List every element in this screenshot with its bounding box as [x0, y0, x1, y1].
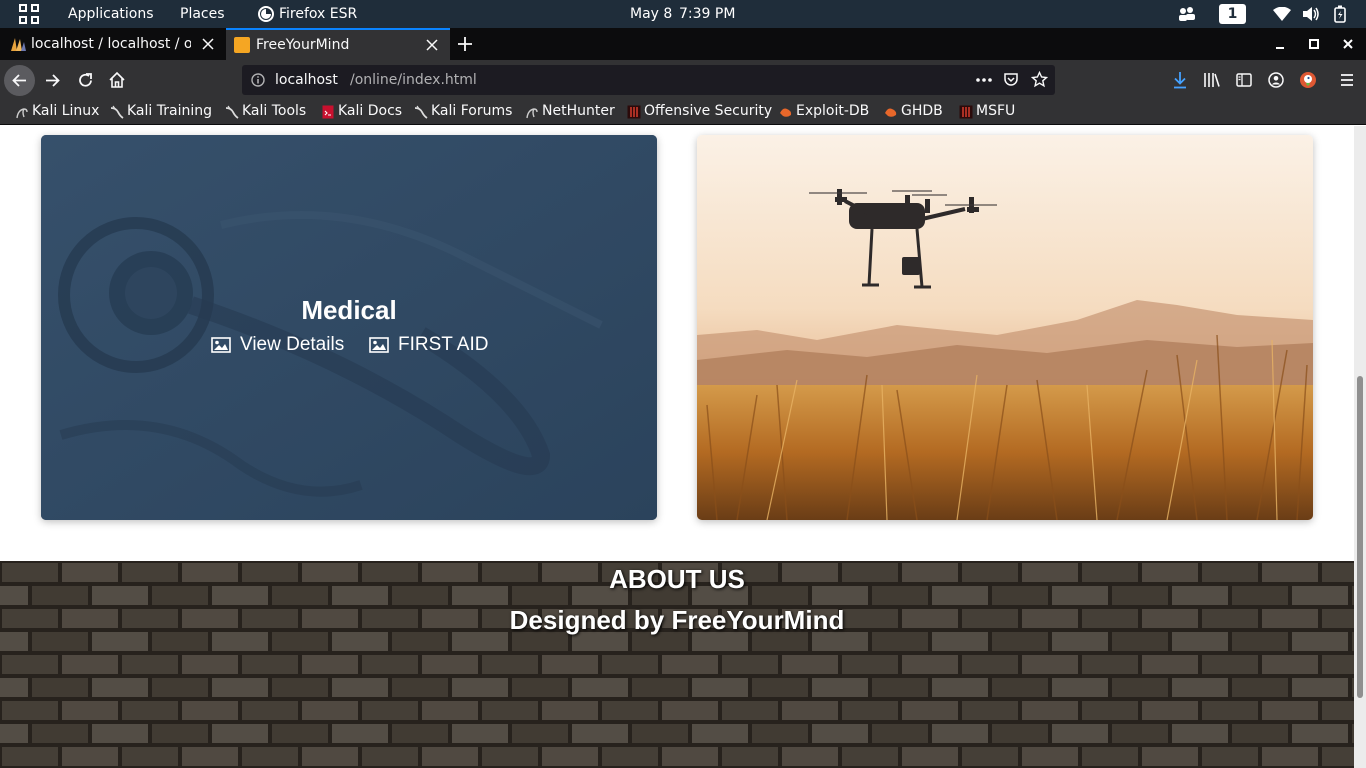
image-icon [369, 337, 389, 353]
nethunter-icon [526, 108, 538, 119]
docs-icon [322, 105, 334, 119]
kali-dragon-icon [16, 108, 28, 119]
medical-card[interactable]: Medical View Details FIRST AID [41, 135, 657, 520]
pocket-icon[interactable] [1003, 72, 1019, 88]
exploit-db-icon [780, 108, 792, 117]
tab-title: localhost / localhost / onli [31, 36, 191, 52]
bookmarks-toolbar: Kali Linux Kali Training Kali Tools Kali… [0, 100, 1366, 125]
reload-button[interactable] [77, 72, 94, 89]
forward-button[interactable] [44, 72, 61, 89]
top-panel: Applications Places Firefox ESR May 8 7:… [0, 0, 1366, 28]
info-icon[interactable] [251, 73, 265, 87]
hamburger-menu-icon[interactable] [1339, 72, 1355, 88]
vertical-scrollbar[interactable] [1354, 126, 1366, 768]
home-button[interactable] [108, 71, 126, 89]
grid-icon[interactable] [19, 4, 39, 24]
about-us-heading: ABOUT US [609, 564, 745, 594]
close-icon[interactable] [426, 39, 438, 51]
app-menu-firefox[interactable]: Firefox ESR [279, 0, 357, 28]
places-menu[interactable]: Places [180, 0, 225, 28]
volume-icon[interactable] [1302, 6, 1320, 22]
about-footer: ABOUT US Designed by FreeYourMind [0, 561, 1354, 768]
tab-freeyourmind[interactable]: FreeYourMind [226, 28, 450, 60]
tab-phpmyadmin[interactable]: localhost / localhost / onli [0, 28, 226, 60]
navigation-toolbar: localhost /online/index.html [0, 60, 1366, 100]
image-icon [211, 337, 231, 353]
library-icon[interactable] [1203, 72, 1221, 88]
page-content: Medical View Details FIRST AID ABOUT US … [0, 126, 1354, 768]
download-icon[interactable] [1172, 71, 1188, 89]
drone-field-image [697, 135, 1313, 520]
card-title: Medical [301, 295, 397, 325]
minimize-icon[interactable] [1274, 39, 1286, 51]
back-button[interactable] [4, 65, 35, 96]
sidebar-icon[interactable] [1236, 72, 1252, 88]
people-icon[interactable] [1178, 6, 1196, 22]
account-icon[interactable] [1268, 72, 1284, 88]
url-path: /online/index.html [350, 72, 477, 88]
bookmark-star-icon[interactable] [1031, 71, 1048, 88]
clock-date[interactable]: May 8 [630, 0, 672, 28]
battery-icon[interactable] [1334, 5, 1346, 23]
clock-time[interactable]: 7:39 PM [679, 0, 735, 28]
phpmyadmin-icon [9, 36, 27, 52]
firefox-icon [258, 6, 274, 22]
designed-by-text: Designed by FreeYourMind [509, 605, 845, 635]
url-bar[interactable]: localhost /online/index.html [242, 65, 1055, 95]
square-favicon-icon [234, 37, 250, 53]
offsec-icon [627, 105, 641, 119]
tab-title: FreeYourMind [256, 37, 350, 53]
kali-dragon-icon [414, 105, 428, 119]
page-actions-icon[interactable] [976, 78, 992, 82]
scrollbar-thumb[interactable] [1357, 376, 1363, 698]
maximize-icon[interactable] [1308, 38, 1320, 50]
exploit-db-icon [885, 108, 897, 117]
tab-strip: localhost / localhost / onli FreeYourMin… [0, 28, 1366, 60]
duckduckgo-extension-icon[interactable] [1299, 71, 1317, 89]
workspace-indicator[interactable]: 1 [1219, 4, 1246, 24]
kali-dragon-icon [110, 105, 124, 119]
wifi-icon[interactable] [1273, 7, 1291, 21]
close-icon[interactable] [202, 38, 214, 50]
kali-dragon-icon [225, 105, 239, 119]
stethoscope-background-image [41, 135, 657, 520]
new-tab-icon[interactable] [457, 36, 473, 52]
offsec-icon [959, 105, 973, 119]
drone-card[interactable] [697, 135, 1313, 520]
url-host: localhost [275, 72, 338, 88]
applications-menu[interactable]: Applications [68, 0, 154, 28]
window-close-icon[interactable] [1342, 38, 1354, 50]
